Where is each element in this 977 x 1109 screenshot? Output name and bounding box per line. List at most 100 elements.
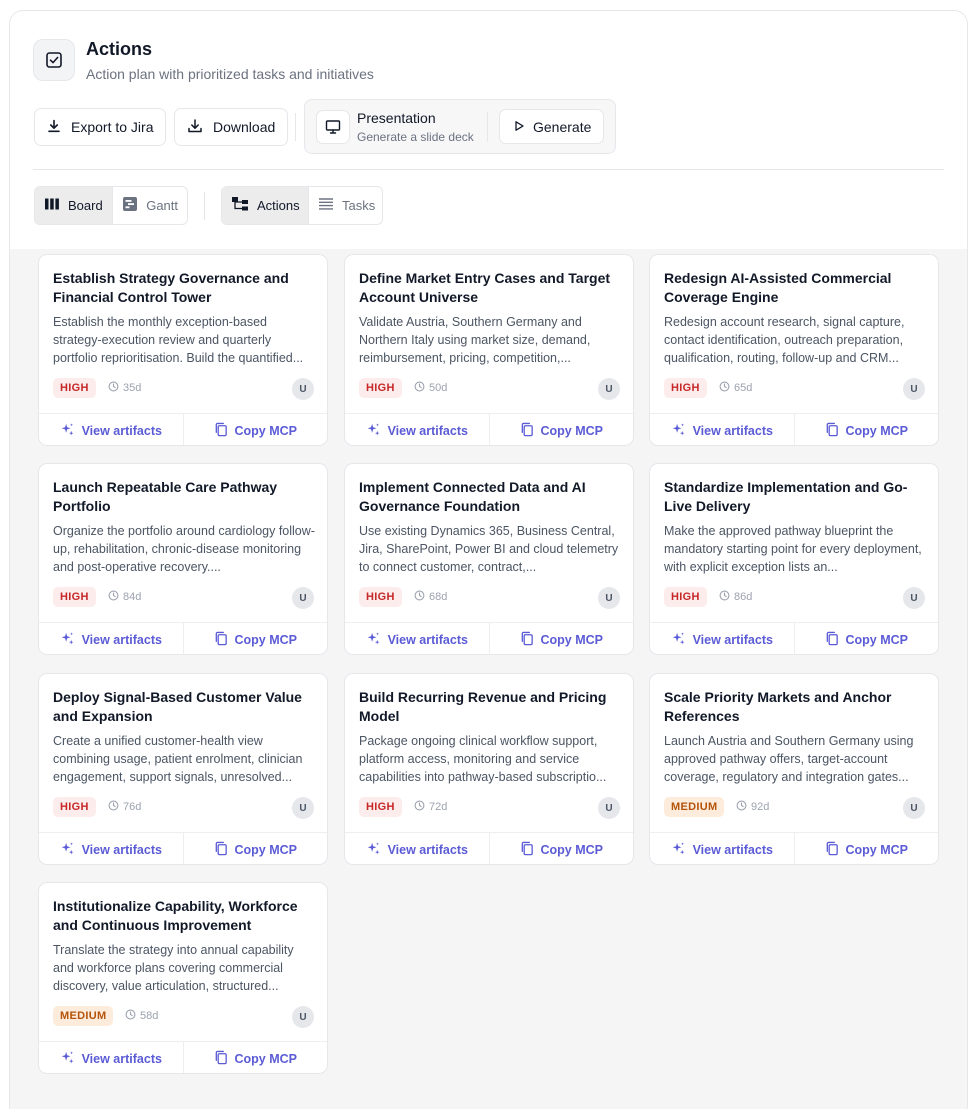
action-card[interactable]: Deploy Signal-Based Customer Value and E…: [38, 673, 328, 865]
duration-text: 76d: [123, 801, 142, 813]
view-artifacts-button[interactable]: View artifacts: [345, 414, 489, 445]
action-card-description: Use existing Dynamics 365, Business Cent…: [359, 524, 619, 574]
duration-text: 35d: [123, 382, 142, 394]
action-card[interactable]: Define Market Entry Cases and Target Acc…: [344, 254, 634, 446]
action-card-description: Translate the strategy into annual capab…: [53, 943, 294, 993]
copy-mcp-button[interactable]: Copy MCP: [793, 414, 939, 445]
download-button[interactable]: Download: [174, 108, 289, 146]
copy-mcp-button[interactable]: Copy MCP: [488, 623, 634, 654]
presentation-title: Presentation: [357, 110, 436, 126]
view-artifacts-button[interactable]: View artifacts: [650, 414, 794, 445]
export-to-jira-label: Export to Jira: [71, 119, 154, 135]
action-card-title: Implement Connected Data and AI Governan…: [359, 479, 586, 514]
view-artifacts-label: View artifacts: [81, 1051, 162, 1066]
copy-mcp-button[interactable]: Copy MCP: [182, 833, 328, 864]
priority-badge: HIGH: [53, 378, 96, 398]
copy-mcp-button[interactable]: Copy MCP: [793, 623, 939, 654]
action-card-footer: View artifacts Copy MCP: [39, 1041, 328, 1073]
view-artifacts-button[interactable]: View artifacts: [345, 623, 489, 654]
copy-mcp-label: Copy MCP: [234, 1051, 298, 1066]
duration: 50d: [414, 381, 447, 395]
action-card[interactable]: Implement Connected Data and AI Governan…: [344, 463, 634, 655]
duration-text: 65d: [734, 382, 753, 394]
clock-icon: [108, 800, 119, 814]
action-card[interactable]: Launch Repeatable Care Pathway Portfolio…: [38, 463, 328, 655]
clock-icon: [719, 381, 730, 395]
view-artifacts-label: View artifacts: [387, 423, 468, 438]
action-card[interactable]: Institutionalize Capability, Workforce a…: [38, 882, 328, 1074]
view-artifacts-button[interactable]: View artifacts: [39, 623, 183, 654]
copy-mcp-button[interactable]: Copy MCP: [488, 833, 634, 864]
sparkle-icon: [366, 422, 381, 440]
avatar: U: [292, 587, 314, 609]
gantt-view-button[interactable]: Gantt: [112, 187, 187, 224]
actions-mode-button[interactable]: Actions: [222, 187, 308, 224]
avatar: U: [903, 378, 925, 400]
action-card[interactable]: Redesign AI-Assisted Commercial Coverage…: [649, 254, 939, 446]
view-artifacts-button[interactable]: View artifacts: [39, 414, 183, 445]
generate-button[interactable]: Generate: [499, 109, 604, 144]
priority-badge: HIGH: [664, 378, 707, 398]
tasks-mode-label: Tasks: [342, 198, 376, 213]
view-artifacts-label: View artifacts: [692, 423, 773, 438]
view-artifacts-button[interactable]: View artifacts: [650, 623, 794, 654]
duration: 84d: [108, 590, 141, 604]
duration-text: 50d: [429, 382, 448, 394]
duration: 65d: [719, 381, 752, 395]
action-card[interactable]: Scale Priority Markets and Anchor Refere…: [649, 673, 939, 865]
view-artifacts-button[interactable]: View artifacts: [39, 1042, 183, 1073]
avatar: U: [598, 378, 620, 400]
action-card[interactable]: Establish Strategy Governance and Financ…: [38, 254, 328, 446]
presentation-icon: [316, 110, 350, 144]
copy-icon: [214, 422, 228, 440]
action-card[interactable]: Build Recurring Revenue and Pricing Mode…: [344, 673, 634, 865]
actions-header: Actions Action plan with prioritized tas…: [10, 11, 967, 249]
priority-badge: HIGH: [359, 587, 402, 607]
view-artifacts-button[interactable]: View artifacts: [650, 833, 794, 864]
action-card-footer: View artifacts Copy MCP: [39, 622, 328, 654]
clock-icon: [125, 1009, 136, 1023]
view-artifacts-button[interactable]: View artifacts: [345, 833, 489, 864]
clock-icon: [719, 590, 730, 604]
view-artifacts-label: View artifacts: [387, 632, 468, 647]
action-card-footer: View artifacts Copy MCP: [650, 413, 939, 445]
sparkle-icon: [60, 841, 75, 859]
copy-mcp-button[interactable]: Copy MCP: [182, 1042, 328, 1073]
duration-text: 58d: [140, 1010, 159, 1022]
copy-mcp-button[interactable]: Copy MCP: [182, 414, 328, 445]
sparkle-icon: [671, 631, 686, 649]
export-to-jira-button[interactable]: Export to Jira: [34, 108, 167, 146]
view-artifacts-label: View artifacts: [81, 842, 162, 857]
action-card-title: Establish Strategy Governance and Financ…: [53, 270, 289, 305]
copy-icon: [520, 841, 534, 859]
action-card-description: Create a unified customer-health view co…: [53, 734, 303, 784]
tasks-mode-button[interactable]: Tasks: [308, 187, 382, 224]
sparkle-icon: [671, 422, 686, 440]
action-card-description: Validate Austria, Southern Germany and N…: [359, 315, 591, 365]
action-card-description: Launch Austria and Southern Germany usin…: [664, 734, 914, 784]
duration: 86d: [719, 590, 752, 604]
copy-icon: [214, 1050, 228, 1068]
copy-mcp-button[interactable]: Copy MCP: [488, 414, 634, 445]
avatar: U: [292, 378, 314, 400]
action-card-description: Redesign account research, signal captur…: [664, 315, 905, 365]
action-card-footer: View artifacts Copy MCP: [345, 413, 634, 445]
action-card-footer: View artifacts Copy MCP: [345, 622, 634, 654]
copy-icon: [825, 631, 839, 649]
priority-badge: MEDIUM: [664, 797, 725, 817]
view-artifacts-label: View artifacts: [81, 423, 162, 438]
copy-mcp-button[interactable]: Copy MCP: [793, 833, 939, 864]
board-view-button[interactable]: Board: [35, 187, 113, 224]
clock-icon: [414, 590, 425, 604]
view-artifacts-button[interactable]: View artifacts: [39, 833, 183, 864]
copy-mcp-label: Copy MCP: [845, 632, 909, 647]
copy-icon: [214, 841, 228, 859]
copy-icon: [520, 422, 534, 440]
action-card-title: Deploy Signal-Based Customer Value and E…: [53, 689, 302, 724]
avatar: U: [903, 587, 925, 609]
action-card-title: Institutionalize Capability, Workforce a…: [53, 898, 298, 933]
action-card[interactable]: Standardize Implementation and Go-Live D…: [649, 463, 939, 655]
copy-mcp-button[interactable]: Copy MCP: [182, 623, 328, 654]
copy-mcp-label: Copy MCP: [234, 632, 298, 647]
action-card-description: Establish the monthly exception-based st…: [53, 315, 304, 365]
